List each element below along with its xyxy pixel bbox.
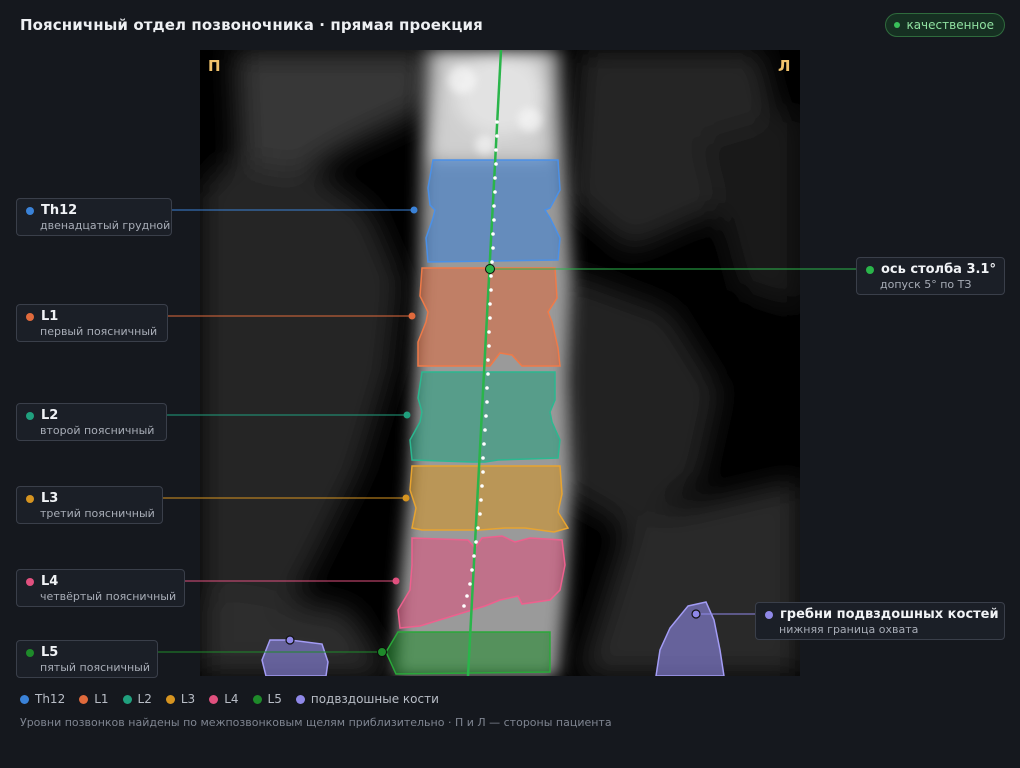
footnote: Уровни позвонков найдены по межпозвонков… xyxy=(20,716,612,729)
l5-dot-icon xyxy=(26,648,34,657)
legend-item-l1[interactable]: L1 xyxy=(79,692,109,706)
callout-l3[interactable]: L3 третий поясничный xyxy=(16,486,163,524)
legend-iliac-label: подвздошные кости xyxy=(310,692,439,706)
callout-l2-description: второй поясничный xyxy=(40,424,155,437)
callout-spine-axis[interactable]: ось столба 3.1° допуск 5° по ТЗ xyxy=(856,257,1005,295)
callout-l1-name: L1 xyxy=(41,309,59,324)
legend-item-l3[interactable]: L3 xyxy=(165,692,196,706)
callout-l2[interactable]: L2 второй поясничный xyxy=(16,403,167,441)
callout-l1-description: первый поясничный xyxy=(40,325,158,338)
callout-th12-name: Th12 xyxy=(41,203,78,218)
legend-iliac-dot-icon xyxy=(295,694,305,704)
callout-l4-description: четвёртый поясничный xyxy=(40,590,177,603)
side-marker-right: П xyxy=(208,57,221,75)
legend-item-iliac[interactable]: подвздошные кости xyxy=(295,692,439,706)
axis-dot-icon xyxy=(866,265,874,274)
callout-axis-description: допуск 5° по ТЗ xyxy=(880,278,972,291)
legend-l5-dot-icon xyxy=(252,694,262,704)
callout-iliac-description: нижняя граница охвата xyxy=(779,623,919,636)
legend: Th12 L1 L2 L3 L4 L5 подвздошные кости xyxy=(20,692,439,706)
th12-dot-icon xyxy=(26,206,34,215)
callout-iliac-label: гребни подвздошных костей xyxy=(780,607,999,622)
page-title: Поясничный отдел позвоночника · прямая п… xyxy=(20,16,483,34)
legend-item-l4[interactable]: L4 xyxy=(209,692,239,706)
callout-l3-name: L3 xyxy=(41,491,59,506)
status-dot-icon xyxy=(894,22,901,28)
legend-l1-label: L1 xyxy=(94,692,109,706)
legend-th12-dot-icon xyxy=(20,694,29,704)
callout-axis-label: ось столба 3.1° xyxy=(881,262,996,277)
callout-iliac-crests[interactable]: гребни подвздошных костей нижняя граница… xyxy=(755,602,1005,640)
callout-l2-name: L2 xyxy=(41,408,59,423)
xray-image[interactable] xyxy=(200,50,800,676)
quality-badge-label: качественное xyxy=(906,18,994,32)
legend-item-l5[interactable]: L5 xyxy=(252,692,282,706)
iliac-mask-right[interactable] xyxy=(261,639,329,676)
l2-dot-icon xyxy=(26,411,34,420)
iliac-dot-icon xyxy=(765,610,773,619)
legend-l4-dot-icon xyxy=(209,694,219,704)
callout-l5-description: пятый поясничный xyxy=(40,661,150,674)
callout-l1[interactable]: L1 первый поясничный xyxy=(16,304,168,342)
legend-item-l2[interactable]: L2 xyxy=(122,692,152,706)
legend-l4-label: L4 xyxy=(224,692,239,706)
callout-th12[interactable]: Th12 двенадцатый грудной xyxy=(16,198,172,236)
callout-l4-name: L4 xyxy=(41,574,59,589)
legend-l2-dot-icon xyxy=(122,694,132,704)
callout-th12-description: двенадцатый грудной xyxy=(40,219,171,232)
legend-item-th12[interactable]: Th12 xyxy=(20,692,65,706)
callout-l5-name: L5 xyxy=(41,645,59,660)
l1-dot-icon xyxy=(26,312,34,321)
l4-dot-icon xyxy=(26,577,34,586)
callout-l3-description: третий поясничный xyxy=(40,507,155,520)
legend-l3-label: L3 xyxy=(180,692,196,706)
callout-l5[interactable]: L5 пятый поясничный xyxy=(16,640,158,678)
legend-l5-label: L5 xyxy=(267,692,282,706)
side-marker-left: Л xyxy=(778,57,791,75)
legend-th12-label: Th12 xyxy=(35,692,66,706)
l3-dot-icon xyxy=(26,494,34,503)
callout-l4[interactable]: L4 четвёртый поясничный xyxy=(16,569,185,607)
legend-l3-dot-icon xyxy=(165,694,175,704)
legend-l1-dot-icon xyxy=(79,694,89,704)
quality-badge: качественное xyxy=(885,13,1005,37)
legend-l2-label: L2 xyxy=(137,692,152,706)
vertebra-mask-l3[interactable] xyxy=(409,465,570,533)
